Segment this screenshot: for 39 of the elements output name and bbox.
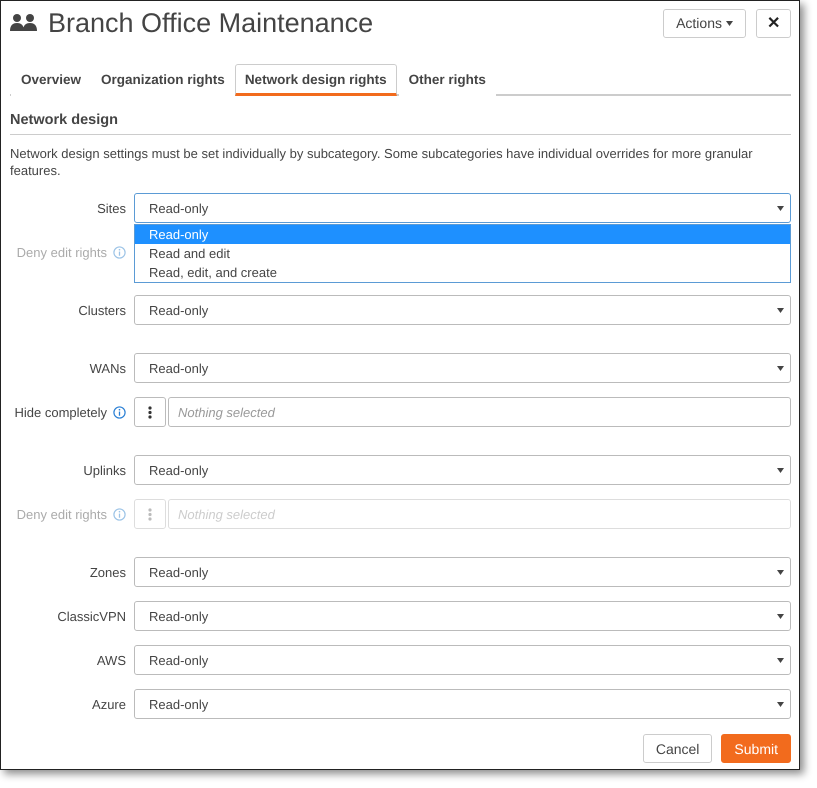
select-field[interactable]: Read-only xyxy=(134,193,791,223)
options-button[interactable] xyxy=(134,397,166,427)
select-field[interactable]: Read-only xyxy=(134,601,791,631)
select-field[interactable]: Read-only xyxy=(134,353,791,383)
tab[interactable]: Network design rights xyxy=(234,64,397,96)
caret-icon xyxy=(777,702,784,706)
field-label: Zones xyxy=(90,564,126,580)
select-field[interactable]: Read-only xyxy=(134,295,791,325)
caret-icon xyxy=(777,206,784,210)
field-label: Hide completely xyxy=(14,404,107,420)
caret-icon xyxy=(777,658,784,662)
field-label: Uplinks xyxy=(83,462,126,478)
select-field[interactable]: Read-only xyxy=(134,689,791,719)
select-field[interactable]: Read-only xyxy=(134,455,791,485)
select-field[interactable]: Read-only xyxy=(134,645,791,675)
users-icon xyxy=(10,13,38,33)
caret-icon xyxy=(777,468,784,472)
section-description: Network design settings must be set individually by subcategory. Some subcategories have individual overrides for more granular features. xyxy=(10,145,754,179)
field-label: Azure xyxy=(92,696,126,712)
field-label: WANs xyxy=(90,360,126,376)
caret-icon xyxy=(777,570,784,574)
select-field[interactable]: Read-only xyxy=(134,557,791,587)
field-label: ClassicVPN xyxy=(57,608,126,624)
field-label: AWS xyxy=(96,652,126,668)
caret-icon xyxy=(777,366,784,370)
field-label: Deny edit rights xyxy=(16,506,107,522)
close-button[interactable]: ✕ xyxy=(756,8,791,38)
more-icon xyxy=(148,508,152,520)
caret-icon xyxy=(726,20,733,26)
field-label: Deny edit rights xyxy=(16,244,107,260)
caret-icon xyxy=(777,614,784,618)
section-title: Network design xyxy=(10,96,791,135)
caret-icon xyxy=(777,308,784,312)
field-label: Clusters xyxy=(78,302,126,318)
actions-button[interactable]: Actions xyxy=(663,8,746,38)
field-label: Sites xyxy=(97,200,126,216)
window-title: Branch Office Maintenance xyxy=(48,8,374,38)
cancel-button[interactable]: Cancel xyxy=(642,734,712,763)
more-icon xyxy=(148,406,152,418)
